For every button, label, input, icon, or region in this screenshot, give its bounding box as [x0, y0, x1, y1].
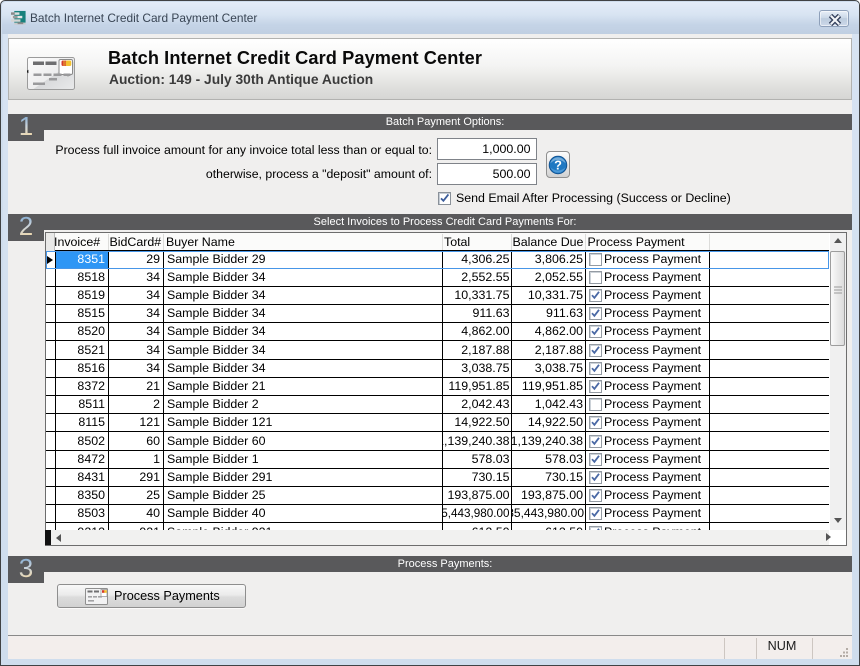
svg-text:?: ?: [554, 157, 562, 172]
